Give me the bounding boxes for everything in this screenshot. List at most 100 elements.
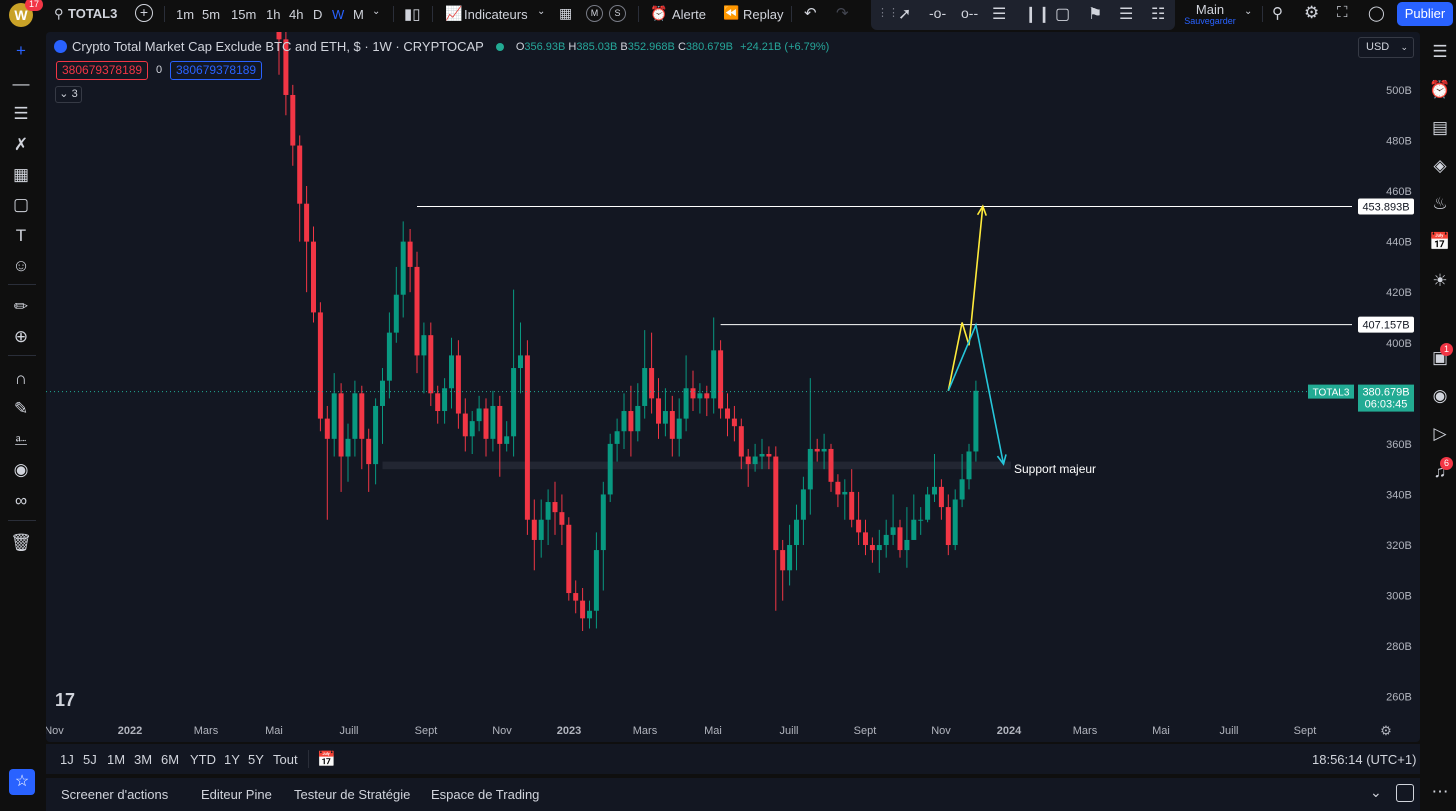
text-tool-icon[interactable]: T [10,225,32,247]
interval-5m[interactable]: 5m [202,7,220,22]
streams-icon[interactable]: ◉ [1428,384,1452,408]
tab-stock-screener[interactable]: Screener d'actions [61,787,168,802]
tab-trading-panel[interactable]: Espace de Trading [431,787,539,802]
link-icon[interactable]: ∞ [10,490,32,512]
chevron-down-icon[interactable]: ⌄ [1244,6,1252,17]
more-dots-icon[interactable]: ⋯ [1428,780,1452,804]
layers-icon[interactable]: ◈ [1428,154,1452,178]
parallel-channel-icon[interactable]: ☰ [992,4,1006,24]
star-icon[interactable]: ☆ [9,769,35,795]
rectangle-icon[interactable]: ▢ [1055,4,1070,24]
camera-icon[interactable]: ◯ [1368,4,1385,22]
play-icon[interactable]: ▷ [1428,422,1452,446]
watchlist-icon[interactable]: ☰ [1428,40,1452,64]
candle-type-icon[interactable]: ▮▯ [404,5,421,23]
interval-w[interactable]: W [332,7,344,22]
chart-title[interactable]: Crypto Total Market Cap Exclude BTC and … [72,39,484,54]
gear-icon[interactable]: ⚙ [1304,3,1319,23]
ruler-icon[interactable]: ✏ [10,296,32,318]
symbol-search-button[interactable]: TOTAL3 [68,6,117,21]
collapse-panel-icon[interactable]: ⌄ [1370,784,1382,801]
flag-icon[interactable]: ⚑ [1088,4,1102,24]
range-5y[interactable]: 5Y [248,752,264,767]
range-3m[interactable]: 3M [134,752,152,767]
maximize-panel-icon[interactable] [1396,784,1414,802]
ideas-bulb-icon[interactable]: ☀ [1428,269,1452,293]
fullscreen-icon[interactable]: ⛶ [1337,4,1348,21]
range-6m[interactable]: 6M [161,752,179,767]
indicators-icon[interactable]: 📈 [445,5,462,22]
range-all[interactable]: Tout [273,752,298,767]
candle-body [725,408,730,419]
range-1d[interactable]: 1J [60,752,74,767]
undo-icon[interactable]: ↶ [804,4,817,22]
candle-body [662,411,668,424]
price-chart[interactable]: 260B280B300B320B340B360B380B400B420B440B… [46,32,1420,742]
pencil-lock-icon[interactable]: ✎ [10,398,32,420]
zoom-in-icon[interactable]: ⊕ [10,326,32,348]
goto-date-icon[interactable]: 📅 [317,750,336,768]
eye-icon[interactable]: ◉ [10,459,32,481]
candle-body [925,494,931,520]
templates-icon[interactable]: ▦ [559,5,572,22]
drag-handle-icon[interactable]: ⋮⋮ [877,6,899,19]
add-symbol-icon[interactable]: + [135,4,153,22]
emoji-icon[interactable]: ☺ [10,255,32,277]
m-icon[interactable]: M [586,5,603,22]
horizontal-ray-icon[interactable]: -o- [929,5,946,21]
clock-time[interactable]: 18:56:14 (UTC+1) [1312,752,1416,767]
chevron-down-icon[interactable]: ⌄ [372,6,380,17]
magnet-icon[interactable]: ∩ [10,368,32,390]
alarm-icon[interactable]: ⏰ [650,5,667,22]
tab-strategy-tester[interactable]: Testeur de Stratégie [294,787,410,802]
quick-search-icon[interactable]: ⚲ [1272,4,1283,22]
redo-icon[interactable]: ↷ [836,4,849,22]
crosshair-icon[interactable]: + [10,40,32,62]
range-1y[interactable]: 1Y [224,752,240,767]
prediction-tool-icon[interactable]: ▦ [10,164,32,186]
alert-button[interactable]: Alerte [672,7,706,22]
data-window-icon[interactable]: ▤ [1428,116,1452,140]
interval-1h[interactable]: 1h [266,7,280,22]
shapes-tool-icon[interactable]: ▢ [10,194,32,216]
fib-tool-icon[interactable]: ☰ [10,103,32,125]
replay-icon[interactable]: ⏪ [723,5,739,21]
currency-label: USD [1366,41,1390,53]
trend-line-tool-icon[interactable]: — [10,73,32,95]
replay-button[interactable]: Replay [743,7,783,22]
trash-icon[interactable]: 🗑 [10,532,32,554]
range-ytd[interactable]: YTD [190,752,216,767]
tab-pine-editor[interactable]: Editeur Pine [201,787,272,802]
sell-button[interactable]: 380679378189 [56,61,149,80]
range-1m[interactable]: 1M [107,752,125,767]
range-5d[interactable]: 5J [83,752,97,767]
interval-4h[interactable]: 4h [289,7,303,22]
layout-selector[interactable]: Main Sauvegarder [1184,2,1236,26]
y-tick-label: 500B [1386,85,1412,97]
interval-d[interactable]: D [313,7,322,22]
search-icon[interactable]: ⚲ [54,6,64,22]
chevron-down-icon[interactable]: ⌄ [537,6,545,17]
interval-m[interactable]: M [353,7,364,22]
calendar-icon[interactable]: 📅 [1428,230,1452,254]
indicators-button[interactable]: Indicateurs [464,7,528,22]
indicators-collapse-button[interactable]: ⌄ 3 [55,86,82,103]
alarm-clock-icon[interactable]: ⏰ [1428,78,1452,102]
vertical-lines-icon[interactable]: ❙❙ [1024,4,1051,24]
buy-button[interactable]: 380679378189 [170,61,263,80]
chart-pane[interactable]: 260B280B300B320B340B360B380B400B420B440B… [46,32,1420,742]
candle-body [587,610,592,619]
properties-icon[interactable]: ☷ [1151,4,1165,24]
horizontal-line-icon[interactable]: o-- [961,5,978,21]
interval-1m[interactable]: 1m [176,7,194,22]
currency-selector[interactable]: USD ⌄ [1358,37,1414,58]
trend-line-icon[interactable]: ➚ [898,4,911,24]
candle-body [904,539,910,551]
publish-button[interactable]: Publier [1397,2,1453,26]
interval-15m[interactable]: 15m [231,7,256,22]
settings-lines-icon[interactable]: ☰ [1119,4,1133,24]
lock-icon[interactable]: ⎁ [10,429,32,451]
s-icon[interactable]: S [609,5,626,22]
hotlist-flame-icon[interactable]: ♨ [1428,192,1452,216]
pattern-tool-icon[interactable]: ✗ [10,134,32,156]
